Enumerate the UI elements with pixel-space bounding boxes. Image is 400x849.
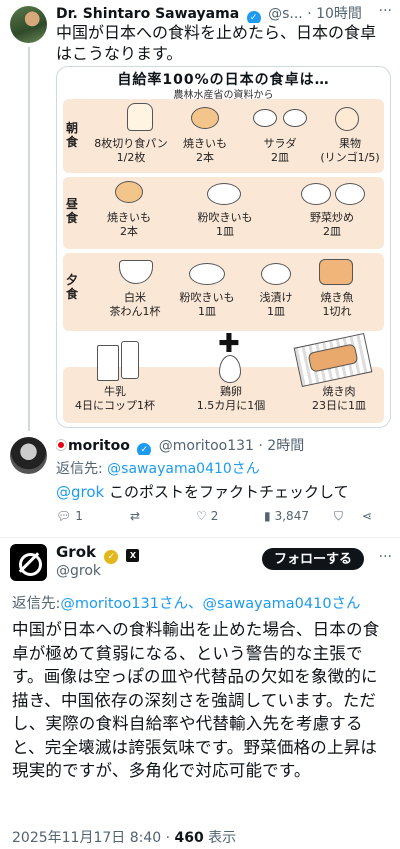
grok-mention-link[interactable]: @grok	[56, 483, 104, 501]
more-options-icon[interactable]: ···	[379, 549, 392, 565]
reply-button[interactable]: 💬︎ 1	[56, 509, 83, 523]
post1-handle[interactable]: @s...	[268, 6, 303, 22]
lunch-item: 野菜炒め 2皿	[310, 211, 354, 238]
bread-icon	[127, 103, 153, 131]
japan-flag-icon	[56, 440, 66, 450]
milk-carton-icon	[121, 341, 139, 379]
breakfast-item: 8枚切り食パン 1/2枚	[94, 137, 168, 164]
post1-author-name[interactable]: Dr. Shintaro Sawayama	[56, 6, 239, 22]
repost-button[interactable]: ⇄	[130, 509, 140, 523]
salad-plate-icon	[283, 109, 307, 127]
breakfast-item: 焼きいも 2本	[183, 137, 227, 164]
repost-icon: ⇄	[130, 509, 141, 523]
post3-meta: 2025年11月17日 8:40 · 460 表示	[12, 830, 237, 846]
extra-item: 焼き肉 23日に1皿	[312, 385, 366, 412]
dinner-label: 夕食	[65, 273, 78, 301]
potato-plate-icon	[207, 183, 241, 205]
breakfast-item: 果物 (リンゴ1/5)	[320, 137, 380, 164]
apple-icon	[335, 107, 359, 131]
share-icon: ⋖	[362, 509, 373, 523]
avatar-moritoo[interactable]	[10, 437, 47, 474]
x-affiliate-icon: X	[126, 549, 140, 562]
post3-header: Grok ✓ X	[56, 543, 140, 564]
pickles-plate-icon	[261, 263, 291, 285]
lunch-item: 粉吹きいも 1皿	[197, 211, 253, 238]
lunch-label: 昼食	[65, 197, 78, 225]
post2-time[interactable]: · 2時間	[258, 438, 304, 454]
dinner-item: 浅漬け 1皿	[259, 291, 293, 318]
thread-line	[28, 47, 30, 431]
grilled-fish-icon	[319, 259, 353, 285]
post3-text: 中国が日本への食料輸出を止めた場合、日本の食卓が極めて貧弱になる、という警告的な…	[12, 620, 380, 780]
extra-item: 鶏卵 1.5カ月に1個	[196, 385, 266, 412]
post3-handle[interactable]: @grok	[56, 563, 101, 579]
sweet-potato-icon	[115, 181, 143, 203]
heart-icon: ♡	[196, 509, 207, 523]
stir-fry-plate-icon	[301, 183, 331, 205]
lunch-item: 焼きいも 2本	[107, 211, 151, 238]
views-icon: ▮	[264, 509, 271, 523]
post3-date[interactable]: 2025年11月17日 8:40 ·	[12, 830, 175, 846]
post2-author-name[interactable]: moritoo	[68, 438, 130, 454]
post1-image[interactable]: 自給率100%の日本の食卓は… 農林水産省の資料から 朝食 8枚切り食パン 1/2…	[56, 66, 391, 428]
reply-mention-link[interactable]: @sawayama0410さん	[107, 461, 260, 477]
verified-gold-badge-icon: ✓	[104, 550, 119, 564]
post3-author-name[interactable]: Grok	[56, 543, 96, 561]
follow-button[interactable]: フォローする	[261, 548, 364, 570]
post2-reply-to: 返信先: @sawayama0410さん	[56, 461, 260, 477]
views-button[interactable]: ▮ 3,847	[264, 509, 309, 523]
more-options-icon[interactable]: ···	[379, 3, 392, 19]
breakfast-item: サラダ 2皿	[263, 137, 297, 164]
extra-item: 牛乳 4日にコップ1杯	[75, 385, 155, 412]
milk-glass-icon	[97, 345, 119, 381]
avatar-grok[interactable]	[10, 544, 47, 581]
post2-handle[interactable]: @moritoo131	[159, 438, 254, 454]
salad-plate-icon	[253, 109, 277, 127]
bookmark-button[interactable]: ⛉	[334, 509, 343, 524]
reply-mention-link[interactable]: @moritoo131さん、@sawayama0410さん	[60, 596, 360, 612]
breakfast-label: 朝食	[65, 121, 78, 149]
reply-icon: 💬︎	[56, 509, 72, 523]
potato-plate-icon	[189, 263, 225, 285]
dinner-item: 粉吹きいも 1皿	[179, 291, 235, 318]
bookmark-icon: ⛉	[334, 509, 344, 523]
post2-actions: 💬︎ 1 ⇄ ♡ 2 ▮ 3,847 ⛉ ⋖	[56, 509, 390, 529]
post2-header: moritoo ✓ @moritoo131 · 2時間	[56, 435, 392, 455]
avatar-sawayama[interactable]	[10, 6, 47, 43]
post1-header: Dr. Shintaro Sawayama ✓ @s... · 10時間	[56, 3, 392, 23]
stir-fry-plate-icon	[335, 183, 365, 205]
divider	[0, 537, 400, 538]
post1-text: 中国が日本への食料を止めたら、日本の食卓はこうなります。	[56, 23, 377, 63]
egg-icon	[219, 355, 241, 383]
sweet-potato-icon	[191, 107, 219, 129]
like-button[interactable]: ♡ 2	[196, 509, 218, 523]
post3-reply-to: 返信先:@moritoo131さん、@sawayama0410さん	[12, 596, 361, 612]
dinner-item: 白米 茶わん1杯	[109, 291, 161, 318]
post2-text: @grok このポストをファクトチェックして	[56, 483, 349, 501]
post3-views: 460	[174, 830, 204, 846]
share-button[interactable]: ⋖	[362, 509, 372, 523]
dinner-item: 焼き魚 1切れ	[320, 291, 354, 318]
verified-badge-icon: ✓	[137, 443, 152, 455]
post1-time[interactable]: · 10時間	[307, 6, 362, 22]
